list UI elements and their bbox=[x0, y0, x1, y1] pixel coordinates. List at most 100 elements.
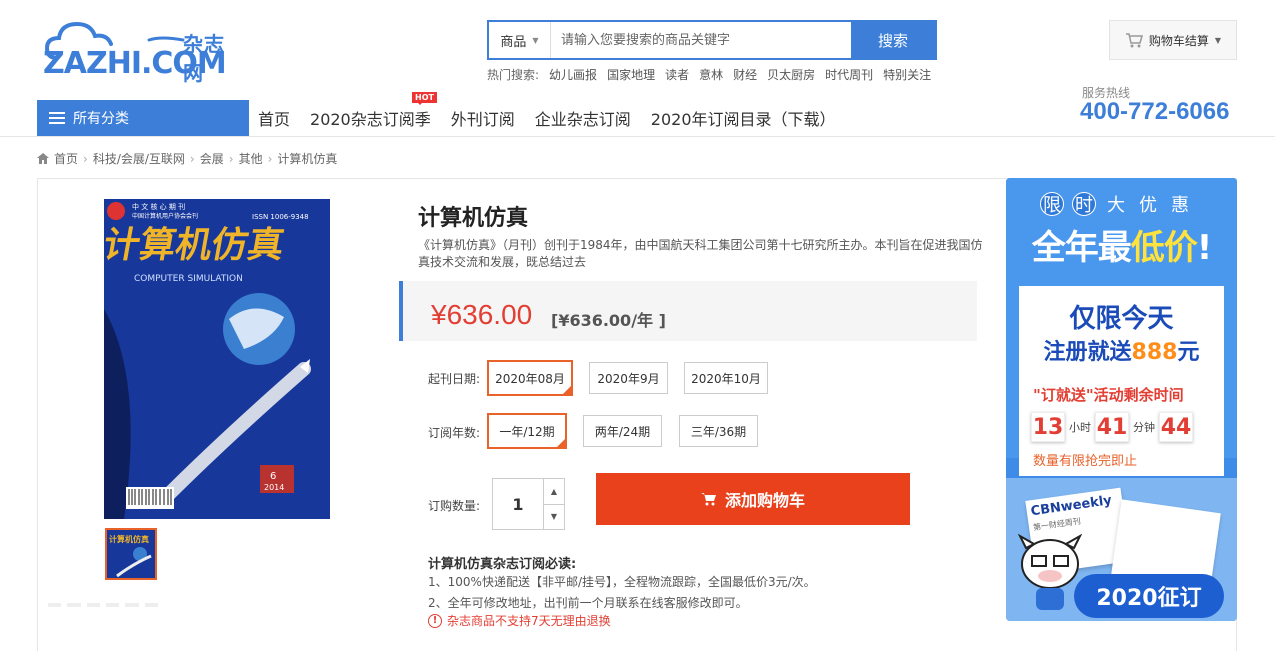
all-categories-button[interactable]: 所有分类 bbox=[37, 100, 249, 136]
promo-char: 优 bbox=[1139, 195, 1157, 216]
cover-thumbnail[interactable]: 计算机仿真 bbox=[105, 528, 157, 580]
hot-search-item[interactable]: 幼儿画报 bbox=[549, 66, 597, 83]
thumbnail-dots bbox=[48, 603, 158, 609]
start-date-label: 起刊日期: bbox=[428, 372, 481, 386]
promo-char: 惠 bbox=[1171, 195, 1189, 216]
hot-search-item[interactable]: 意林 bbox=[699, 66, 723, 83]
promo-bottom-badge: 2020征订 bbox=[1074, 574, 1224, 618]
product-price: ¥636.00 bbox=[431, 299, 533, 330]
svg-text:中 文 核 心 期 刊: 中 文 核 心 期 刊 bbox=[132, 202, 185, 211]
hot-search-item[interactable]: 贝太厨房 bbox=[767, 66, 815, 83]
cow-mascot-icon bbox=[1018, 533, 1082, 610]
hot-search-item[interactable]: 特别关注 bbox=[883, 66, 931, 83]
countdown-label: "订就送"活动剩余时间 bbox=[1033, 386, 1184, 404]
product-title: 计算机仿真 bbox=[418, 206, 529, 231]
notice-title: 计算机仿真杂志订阅必读: bbox=[428, 557, 577, 572]
main-nav: 首页 2020杂志订阅季 外刊订阅 企业杂志订阅 2020年订阅目录（下载） bbox=[258, 106, 836, 130]
promo-banner[interactable]: 限 时 大 优 惠 全年最低价! 仅限今天 注册就送888元 "订就送"活动剩余… bbox=[1006, 178, 1237, 621]
svg-text:中国计算机用户协会会刊: 中国计算机用户协会会刊 bbox=[132, 212, 198, 220]
search-input[interactable] bbox=[551, 22, 851, 58]
breadcrumb-item[interactable]: 其他 bbox=[239, 150, 263, 167]
logo-text: ZAZHI.COM bbox=[43, 46, 227, 81]
years-option[interactable]: 两年/24期 bbox=[583, 415, 662, 447]
quantity-decrease-button[interactable]: ▼ bbox=[544, 505, 564, 530]
cover-artwork: 中 文 核 心 期 刊 中国计算机用户协会会刊 ISSN 1006-9348 计… bbox=[104, 199, 330, 519]
breadcrumb-separator: › bbox=[83, 151, 88, 166]
countdown-hours-unit: 小时 bbox=[1069, 421, 1091, 434]
cover-issn: ISSN 1006-9348 bbox=[252, 213, 309, 221]
nav-item-home[interactable]: 首页 bbox=[258, 106, 290, 130]
breadcrumb-item-current: 计算机仿真 bbox=[277, 152, 338, 166]
start-date-option[interactable]: 2020年08月 bbox=[487, 360, 573, 396]
hot-search-item[interactable]: 国家地理 bbox=[607, 66, 655, 83]
promo-card-title: 仅限今天 bbox=[1069, 304, 1174, 334]
nav-item-2020-season[interactable]: 2020杂志订阅季 bbox=[310, 106, 431, 130]
promo-char: 时 bbox=[1072, 192, 1096, 216]
notice-line: 1、100%快递配送【非平邮/挂号】，全程物流跟踪，全国最低价3元/次。 bbox=[428, 575, 816, 589]
cover-title-cn: 计算机仿真 bbox=[104, 223, 288, 266]
quantity-label: 订购数量: bbox=[428, 499, 481, 513]
price-per-year: [¥636.00/年 ] bbox=[551, 311, 666, 330]
breadcrumb-item[interactable]: 科技/会展/互联网 bbox=[93, 150, 185, 167]
countdown-timer: 13 小时 41 分钟 44 bbox=[1031, 412, 1193, 442]
promo-char: 大 bbox=[1107, 195, 1125, 216]
nav-item-foreign[interactable]: 外刊订阅 bbox=[451, 106, 515, 130]
cover-title-en: COMPUTER SIMULATION bbox=[134, 274, 243, 284]
chevron-down-icon: ▼ bbox=[532, 35, 539, 45]
cart-button[interactable]: 购物车结算 ▼ bbox=[1109, 20, 1237, 60]
quantity-stepper: 1 ▲ ▼ bbox=[492, 478, 565, 530]
return-warning-text: 杂志商品不支持7天无理由退换 bbox=[447, 614, 611, 628]
promo-char: 限 bbox=[1040, 192, 1064, 216]
hot-search-item[interactable]: 读者 bbox=[665, 66, 689, 83]
countdown-seconds: 44 bbox=[1159, 412, 1193, 442]
chevron-up-icon: ▲ bbox=[550, 486, 558, 496]
all-categories-label: 所有分类 bbox=[73, 111, 129, 127]
header-divider bbox=[0, 136, 1275, 137]
countdown-hours: 13 bbox=[1031, 412, 1065, 442]
promo-card: 仅限今天 注册就送888元 "订就送"活动剩余时间 13 小时 41 分钟 44… bbox=[1019, 286, 1224, 476]
add-to-cart-label: 添加购物车 bbox=[724, 491, 805, 510]
shopping-cart-icon bbox=[700, 493, 716, 506]
exclamation-icon: ! bbox=[428, 613, 442, 628]
site-logo[interactable]: 杂志网 ZAZHI.COM bbox=[37, 14, 237, 85]
countdown-minutes-unit: 分钟 bbox=[1133, 421, 1155, 434]
promo-headline: 限 时 大 优 惠 bbox=[1040, 192, 1192, 216]
magazine-cover-image[interactable]: 中 文 核 心 期 刊 中国计算机用户协会会刊 ISSN 1006-9348 计… bbox=[104, 199, 330, 519]
thumbnail-artwork: 计算机仿真 bbox=[107, 530, 155, 578]
promo-bottom: CBNweekly 第一财经周刊 2020征订 bbox=[1006, 478, 1237, 621]
breadcrumb: 首页 › 科技/会展/互联网 › 会展 › 其他 › 计算机仿真 bbox=[37, 150, 337, 167]
home-icon bbox=[37, 153, 49, 164]
search-button[interactable]: 搜索 bbox=[851, 22, 935, 58]
hot-search-item[interactable]: 时代周刊 bbox=[825, 66, 873, 83]
menu-icon bbox=[49, 112, 65, 124]
svg-text:计算机仿真: 计算机仿真 bbox=[109, 534, 149, 544]
breadcrumb-item[interactable]: 首页 bbox=[54, 150, 78, 167]
hot-search: 热门搜索: 幼儿画报 国家地理 读者 意林 财经 贝太厨房 时代周刊 特别关注 bbox=[487, 66, 931, 83]
breadcrumb-separator: › bbox=[267, 151, 273, 166]
cover-issue: 6 bbox=[270, 471, 276, 482]
breadcrumb-separator: › bbox=[228, 151, 234, 166]
years-label: 订阅年数: bbox=[428, 426, 481, 440]
search-category-select[interactable]: 商品 ▼ bbox=[489, 22, 551, 58]
years-option[interactable]: 三年/36期 bbox=[679, 415, 758, 447]
limited-note: 数量有限抢完即止 bbox=[1033, 454, 1138, 469]
hot-search-item[interactable]: 财经 bbox=[733, 66, 757, 83]
nav-item-enterprise[interactable]: 企业杂志订阅 bbox=[535, 106, 631, 130]
cart-label: 购物车结算 bbox=[1148, 33, 1209, 48]
quantity-increase-button[interactable]: ▲ bbox=[544, 479, 564, 505]
chevron-down-icon: ▼ bbox=[1214, 35, 1222, 45]
breadcrumb-separator: › bbox=[189, 151, 195, 166]
return-warning: ! 杂志商品不支持7天无理由退换 bbox=[428, 612, 611, 629]
breadcrumb-item[interactable]: 会展 bbox=[200, 150, 224, 167]
cover-year: 2014 bbox=[264, 483, 284, 492]
add-to-cart-button[interactable]: 添加购物车 bbox=[596, 473, 910, 525]
start-date-option[interactable]: 2020年9月 bbox=[589, 362, 668, 394]
search-category-label: 商品 bbox=[500, 34, 527, 50]
quantity-input[interactable]: 1 bbox=[493, 479, 544, 529]
nav-item-catalog[interactable]: 2020年订阅目录（下载） bbox=[651, 106, 836, 130]
shopping-cart-icon bbox=[1125, 33, 1143, 48]
start-date-option[interactable]: 2020年10月 bbox=[684, 362, 768, 394]
hotline-number: 400-772-6066 bbox=[1080, 98, 1230, 125]
years-option[interactable]: 一年/12期 bbox=[487, 413, 567, 449]
hot-badge: HOT bbox=[412, 92, 437, 105]
